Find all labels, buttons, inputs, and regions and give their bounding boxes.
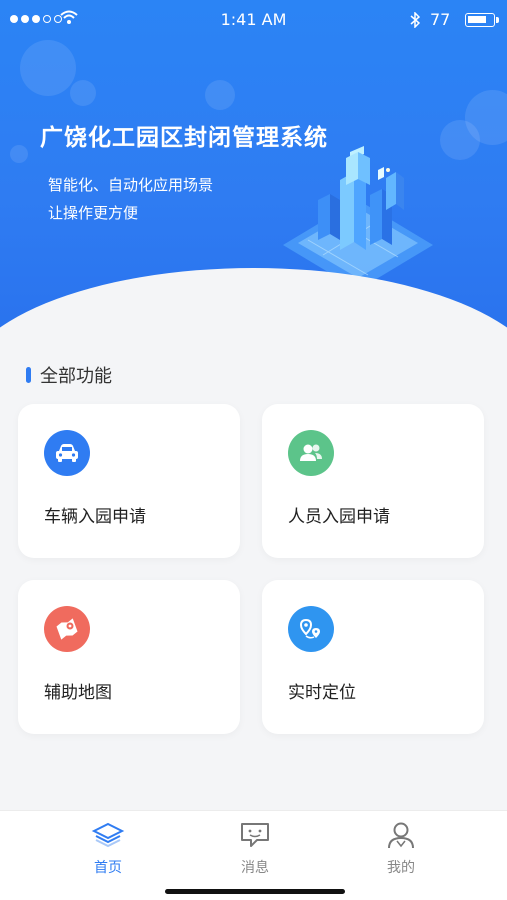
card-auxiliary-map[interactable]: 辅助地图 xyxy=(18,580,240,734)
tab-label: 我的 xyxy=(387,860,415,876)
people-icon xyxy=(288,430,334,476)
tab-label: 首页 xyxy=(94,860,122,876)
home-layers-icon xyxy=(91,822,125,848)
card-personnel-entry[interactable]: 人员入园申请 xyxy=(262,404,484,558)
battery-percent: 77 xyxy=(430,10,451,29)
bluetooth-icon xyxy=(410,12,420,28)
hero-subtitle-line1: 智能化、自动化应用场景 xyxy=(48,176,214,194)
location-icon xyxy=(288,606,334,652)
app-title: 广饶化工园区封闭管理系统 xyxy=(40,125,328,151)
hero-subtitle-line2: 让操作更方便 xyxy=(48,204,139,222)
battery-icon xyxy=(465,13,499,27)
tab-label: 消息 xyxy=(241,860,269,876)
map-icon xyxy=(44,606,90,652)
section-title: 全部功能 xyxy=(40,366,112,387)
tab-messages[interactable]: 消息 xyxy=(205,821,305,877)
hero-banner xyxy=(0,0,507,330)
section-accent-bar xyxy=(26,367,31,383)
card-vehicle-entry[interactable]: 车辆入园申请 xyxy=(18,404,240,558)
car-icon xyxy=(44,430,90,476)
card-label: 实时定位 xyxy=(288,683,356,703)
tab-profile[interactable]: 我的 xyxy=(351,821,451,877)
card-label: 人员入园申请 xyxy=(288,507,390,527)
profile-icon xyxy=(388,822,414,849)
message-icon xyxy=(241,823,269,847)
card-realtime-location[interactable]: 实时定位 xyxy=(262,580,484,734)
status-bar: 1:41 AM 77 xyxy=(0,0,507,40)
section-header: 全部功能 xyxy=(26,362,112,388)
tab-home[interactable]: 首页 xyxy=(58,821,158,877)
card-label: 车辆入园申请 xyxy=(44,507,146,527)
home-indicator[interactable] xyxy=(165,889,345,894)
bottom-tab-bar: 首页 消息 我的 xyxy=(0,810,507,900)
card-label: 辅助地图 xyxy=(44,683,112,703)
